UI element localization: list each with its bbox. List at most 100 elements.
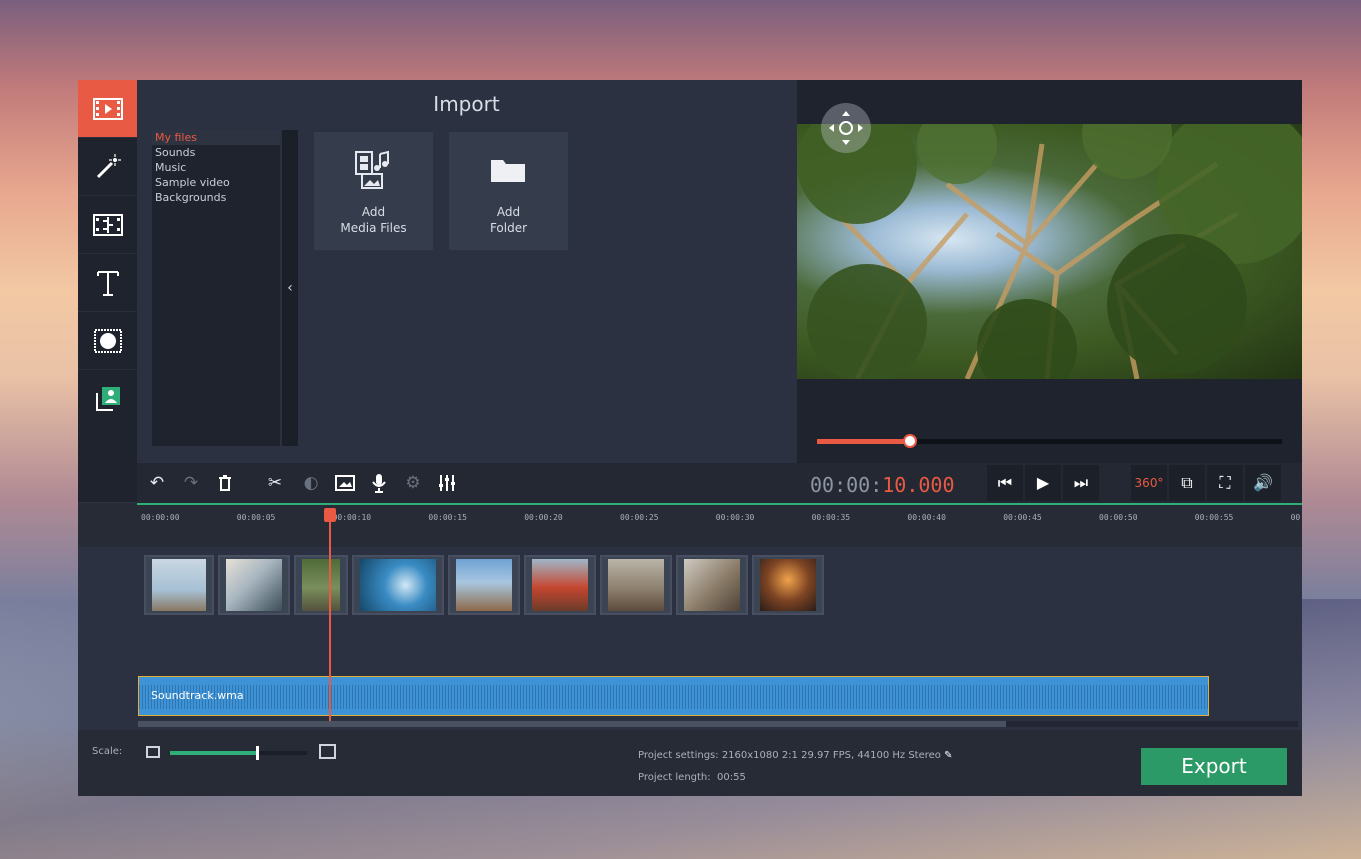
clip-properties-button[interactable]: ⚙ xyxy=(399,469,427,497)
equalizer-icon xyxy=(439,475,455,491)
fullscreen-button[interactable]: ⛶ xyxy=(1207,465,1243,501)
titles-tab[interactable] xyxy=(78,254,137,312)
ruler-tick-label: 00:00:25 xyxy=(620,513,659,522)
video-clip[interactable] xyxy=(600,555,672,615)
video-clip[interactable] xyxy=(144,555,214,615)
video-frame xyxy=(797,124,1302,379)
360-video-button[interactable]: 360° xyxy=(1131,465,1167,501)
project-settings: Project settings: 2160x1080 2:1 29.97 FP… xyxy=(638,750,941,761)
import-tab[interactable] xyxy=(78,80,137,138)
color-adjust-button[interactable]: ◐ xyxy=(297,469,325,497)
file-category-list: My files Sounds Music Sample video Backg… xyxy=(152,130,280,446)
previous-frame-button[interactable]: ⏮ xyxy=(987,465,1023,501)
audio-clip[interactable]: Soundtrack.wma xyxy=(138,676,1209,716)
ruler-tick-label: 00:00:30 xyxy=(715,513,755,522)
undo-icon: ↶ xyxy=(149,473,165,493)
skip-forward-icon: ⏭ xyxy=(1073,473,1089,492)
scale-slider-fill xyxy=(170,751,257,755)
timecode-display: 00:00:10.000 xyxy=(810,473,955,497)
audio-clip-name: Soundtrack.wma xyxy=(151,689,244,702)
volume-button[interactable]: 🔊 xyxy=(1245,465,1281,501)
video-clip[interactable] xyxy=(524,555,596,615)
left-sidebar xyxy=(78,80,137,502)
ruler-tick-label: 00:00:20 xyxy=(524,513,563,522)
play-button[interactable]: ▶ xyxy=(1025,465,1061,501)
navigation-icon xyxy=(829,111,863,145)
ruler-tick-label: 00:00:00 xyxy=(141,513,180,522)
video-clip[interactable] xyxy=(294,555,348,615)
list-item[interactable]: Backgrounds xyxy=(152,190,280,205)
timeline-scrollbar[interactable] xyxy=(138,721,1298,727)
video-preview xyxy=(797,80,1302,505)
redo-icon: ↷ xyxy=(183,473,199,493)
effects-tab[interactable] xyxy=(78,138,137,196)
edit-settings-icon[interactable]: ✎ xyxy=(944,750,952,761)
contrast-icon: ◐ xyxy=(303,473,319,493)
ruler-tick-label: 00:00:35 xyxy=(811,513,851,522)
timecode-prefix: 00:00: xyxy=(810,473,883,497)
zoom-in-icon[interactable] xyxy=(319,744,336,759)
external-monitor-button[interactable]: ⧉ xyxy=(1169,465,1205,501)
audio-mixer-button[interactable] xyxy=(433,469,461,497)
playhead[interactable] xyxy=(329,511,331,721)
edit-toolbar: ↶ ↷ ✂ ◐ ⚙ xyxy=(137,463,797,503)
scale-label: Scale: xyxy=(92,746,123,757)
undo-button[interactable]: ↶ xyxy=(143,469,171,497)
next-frame-button[interactable]: ⏭ xyxy=(1063,465,1099,501)
fullscreen-icon: ⛶ xyxy=(1219,473,1231,492)
video-clip[interactable] xyxy=(448,555,520,615)
crop-button[interactable] xyxy=(331,469,359,497)
video-clip[interactable] xyxy=(676,555,748,615)
folder-icon xyxy=(491,160,525,182)
tile-label-line2: Folder xyxy=(489,221,528,235)
film-import-icon xyxy=(92,97,123,120)
more-tools-tab[interactable] xyxy=(78,370,137,427)
bottom-bar: Scale: Project settings: 2160x1080 2:1 2… xyxy=(78,730,1302,796)
scrollbar-thumb[interactable] xyxy=(138,721,1006,727)
collapse-list-button[interactable]: ‹ xyxy=(282,130,298,446)
ruler-tick-label: 00 xyxy=(1290,513,1301,522)
video-clip[interactable] xyxy=(352,555,444,615)
microphone-icon xyxy=(372,474,386,493)
export-button[interactable]: Export xyxy=(1141,748,1287,785)
timeline-ruler[interactable]: 00:00:00 00:00:05 00:00:10 00:00:15 00:00:20… xyxy=(137,503,1302,549)
gear-icon: ⚙ xyxy=(405,473,421,493)
add-folder-button[interactable]: Add Folder xyxy=(449,132,568,250)
video-clip[interactable] xyxy=(218,555,290,615)
ruler-tick-label: 00:00:55 xyxy=(1194,513,1234,522)
trash-icon xyxy=(219,475,231,491)
video-clip[interactable] xyxy=(752,555,824,615)
list-item[interactable]: Sample video xyxy=(152,175,280,190)
list-item[interactable]: My files xyxy=(152,130,280,145)
filters-tab[interactable] xyxy=(78,312,137,370)
ruler-tick-label: 00:00:40 xyxy=(907,513,946,522)
tile-label-line1: Add xyxy=(361,205,386,219)
tile-label-line2: Media Files xyxy=(340,221,407,235)
split-button[interactable]: ✂ xyxy=(261,469,289,497)
redo-button[interactable]: ↷ xyxy=(177,469,205,497)
tile-label-line1: Add xyxy=(496,205,521,219)
import-header: Import xyxy=(137,80,796,128)
playback-seek-bar[interactable] xyxy=(817,434,1282,448)
seek-progress xyxy=(817,439,910,444)
scale-slider-handle[interactable] xyxy=(256,746,260,760)
skip-back-icon: ⏮ xyxy=(997,473,1013,492)
transitions-tab[interactable] xyxy=(78,196,137,254)
delete-button[interactable] xyxy=(211,469,239,497)
add-media-files-button[interactable]: Add Media Files xyxy=(314,132,433,250)
360-icon: 360° xyxy=(1134,476,1164,490)
list-item[interactable]: Music xyxy=(152,160,280,175)
zoom-out-icon[interactable] xyxy=(146,746,160,758)
record-audio-button[interactable] xyxy=(365,469,393,497)
seek-handle[interactable] xyxy=(903,434,917,448)
project-length-label: Project length: xyxy=(638,772,711,783)
filters-icon xyxy=(93,328,122,353)
360-navigation-pad[interactable] xyxy=(821,103,871,153)
list-item[interactable]: Sounds xyxy=(152,145,280,160)
scissors-icon: ✂ xyxy=(267,473,283,493)
ruler-tick-label: 00:00:05 xyxy=(236,513,276,522)
panel-title: Import xyxy=(433,92,500,116)
ruler-tick-label: 00:00:15 xyxy=(428,513,467,522)
titles-icon xyxy=(96,270,119,296)
scale-slider[interactable] xyxy=(170,746,307,760)
